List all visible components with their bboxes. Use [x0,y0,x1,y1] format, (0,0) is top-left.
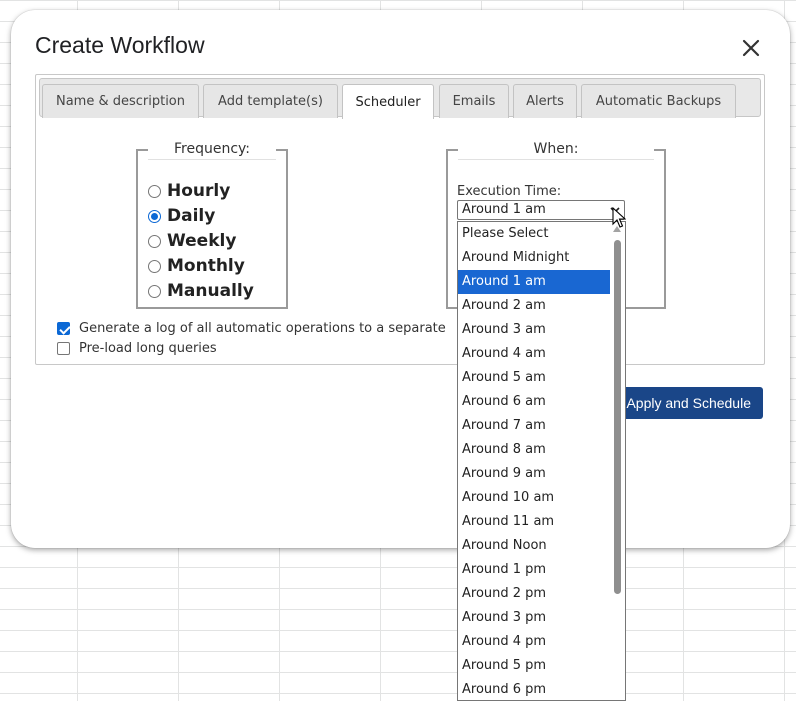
scrollbar-thumb[interactable] [614,240,621,594]
apply-and-schedule-button[interactable]: Apply and Schedule [610,387,763,419]
dropdown-option[interactable]: Around 1 pm [458,558,611,582]
checkbox-generate-log-label: Generate a log of all automatic operatio… [79,321,446,336]
checkbox-generate-log-input[interactable] [57,322,70,335]
dialog-title: Create Workflow [35,32,205,58]
frequency-fieldset: Frequency: Hourly Daily Weekly Monthly M… [136,141,288,309]
dropdown-option[interactable]: Around 10 am [458,486,611,510]
radio-hourly[interactable]: Hourly [148,180,230,202]
dropdown-option[interactable]: Around Midnight [458,246,611,270]
radio-weekly-label: Weekly [167,231,237,251]
checkbox-preload-queries[interactable]: Pre-load long queries [57,341,217,356]
radio-manually-label: Manually [167,281,254,301]
frequency-legend-underline [148,159,276,160]
tab-alerts[interactable]: Alerts [513,84,577,118]
checkbox-generate-log[interactable]: Generate a log of all automatic operatio… [57,321,446,336]
execution-time-selected-value: Around 1 am [462,202,546,217]
dropdown-option[interactable]: Around Noon [458,534,611,558]
tab-emails[interactable]: Emails [439,84,509,118]
radio-daily-label: Daily [167,206,216,226]
checkbox-preload-queries-input[interactable] [57,342,70,355]
radio-manually[interactable]: Manually [148,280,254,302]
radio-hourly-input[interactable] [148,184,161,198]
when-legend-underline [458,159,654,160]
dropdown-option[interactable]: Around 5 am [458,366,611,390]
dropdown-option[interactable]: Around 8 am [458,438,611,462]
dropdown-option[interactable]: Around 4 pm [458,630,611,654]
dropdown-option[interactable]: Around 2 pm [458,582,611,606]
radio-daily-input[interactable] [148,209,161,223]
dropdown-scrollbar[interactable] [610,222,625,700]
radio-daily[interactable]: Daily [148,205,215,227]
dropdown-option[interactable]: Please Select [458,222,611,246]
tab-scheduler[interactable]: Scheduler [342,84,434,119]
radio-hourly-label: Hourly [167,181,231,201]
mouse-cursor-icon [612,207,626,228]
create-workflow-dialog: Create Workflow Name & description Add t… [11,10,790,548]
close-icon[interactable] [739,36,763,60]
dropdown-option[interactable]: Around 1 am [458,270,611,294]
dropdown-option[interactable]: Around 5 pm [458,654,611,678]
dropdown-option-list: Please Select Around Midnight Around 1 am A… [458,222,625,700]
dropdown-option[interactable]: Around 3 am [458,318,611,342]
frequency-legend: Frequency: [148,141,276,157]
checkbox-preload-queries-label: Pre-load long queries [79,341,217,356]
radio-monthly-label: Monthly [167,256,245,276]
dropdown-option[interactable]: Around 4 am [458,342,611,366]
scheduler-panel: Name & description Add template(s) Sched… [35,74,765,365]
execution-time-label: Execution Time: [457,184,562,199]
dropdown-option[interactable]: Around 9 am [458,462,611,486]
execution-time-select[interactable]: Around 1 am [457,200,625,220]
radio-monthly-input[interactable] [148,259,161,273]
dropdown-option[interactable]: Around 6 am [458,390,611,414]
tab-name-description[interactable]: Name & description [42,84,199,118]
tab-add-templates[interactable]: Add template(s) [203,84,338,118]
tab-bar: Name & description Add template(s) Sched… [39,78,761,119]
radio-weekly-input[interactable] [148,234,161,248]
execution-time-dropdown: Please Select Around Midnight Around 1 am A… [457,221,626,701]
when-legend: When: [458,141,654,157]
radio-weekly[interactable]: Weekly [148,230,236,252]
radio-monthly[interactable]: Monthly [148,255,245,277]
dropdown-option[interactable]: Around 7 am [458,414,611,438]
dropdown-option[interactable]: Around 11 am [458,510,611,534]
dropdown-option[interactable]: Around 2 am [458,294,611,318]
tab-automatic-backups[interactable]: Automatic Backups [581,84,736,118]
radio-manually-input[interactable] [148,284,161,298]
dropdown-option[interactable]: Around 3 pm [458,606,611,630]
